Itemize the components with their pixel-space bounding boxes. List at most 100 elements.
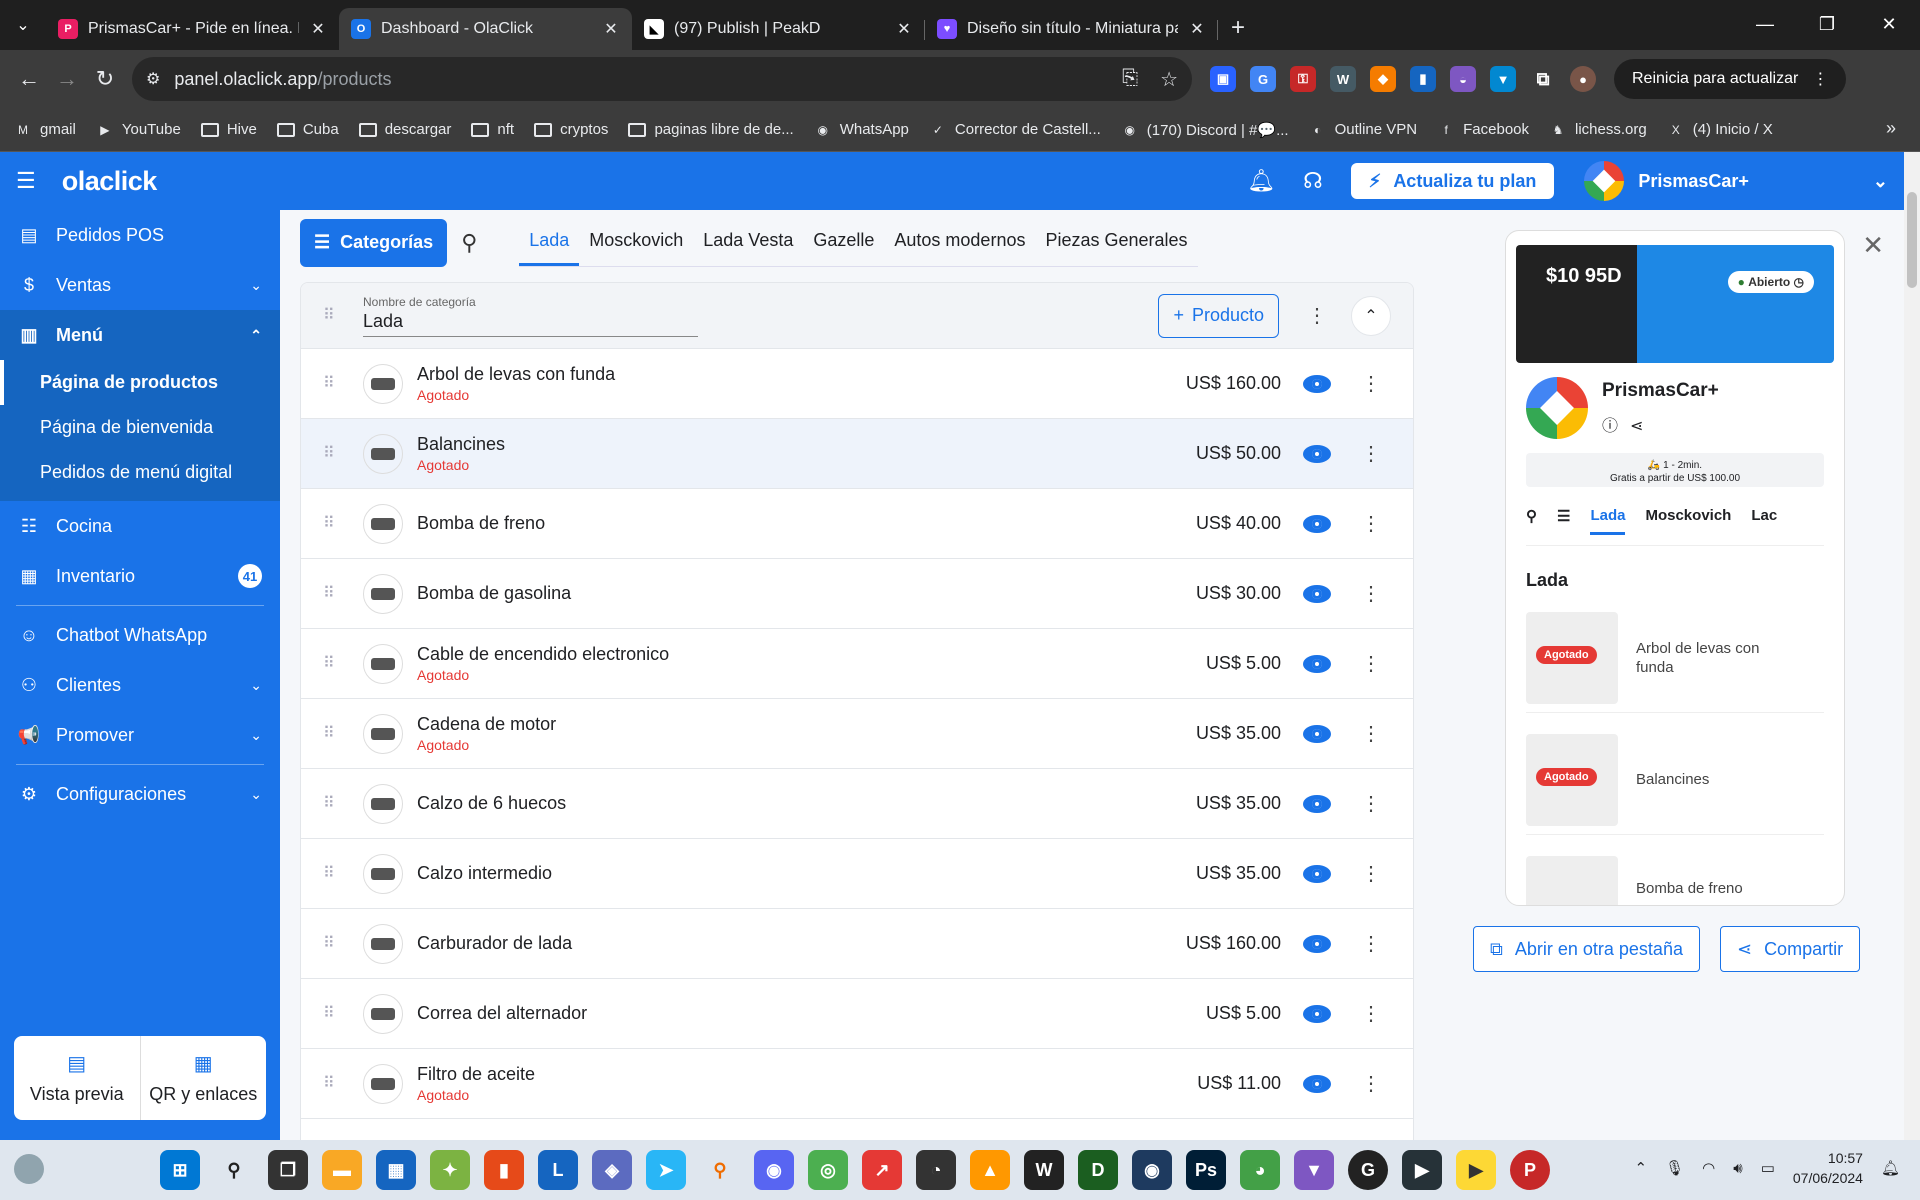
visibility-eye-icon[interactable] bbox=[1303, 794, 1331, 813]
bookmark-item[interactable]: paginas libre de de... bbox=[628, 121, 794, 138]
bookmark-item[interactable]: ✓ Corrector de Castell... bbox=[929, 121, 1101, 138]
product-row[interactable]: ⠿ Arbol de levas con funda Agotado US$ 160.… bbox=[301, 349, 1413, 419]
category-tab[interactable]: Lada Vesta bbox=[693, 218, 803, 266]
shield-extension-icon[interactable]: ▮ bbox=[1410, 66, 1436, 92]
search-icon[interactable]: ⚲ bbox=[214, 1150, 254, 1190]
bookmark-item[interactable]: ▶ YouTube bbox=[96, 121, 181, 138]
player-icon[interactable]: ▶ bbox=[1456, 1150, 1496, 1190]
visibility-eye-icon[interactable] bbox=[1303, 444, 1331, 463]
close-tab-icon[interactable]: ✕ bbox=[309, 19, 327, 39]
product-row[interactable]: ⠿ Calzo de 6 huecos US$ 35.00 ⋮ bbox=[301, 769, 1413, 839]
product-row[interactable]: ⠿ Cadena de motor Agotado US$ 35.00 ⋮ bbox=[301, 699, 1413, 769]
drag-handle-icon[interactable]: ⠿ bbox=[323, 865, 339, 881]
extension-icon[interactable]: ▼ bbox=[1490, 66, 1516, 92]
app-icon[interactable]: ◔ bbox=[916, 1150, 956, 1190]
app-icon[interactable]: ▼ bbox=[1294, 1150, 1334, 1190]
product-options-icon[interactable]: ⋮ bbox=[1351, 791, 1391, 816]
bookmark-item[interactable]: ♞ lichess.org bbox=[1549, 121, 1647, 138]
page-scrollbar[interactable] bbox=[1904, 152, 1920, 1140]
product-row[interactable]: ⠿ Balancines Agotado US$ 50.00 ⋮ bbox=[301, 419, 1413, 489]
hamburger-menu-icon[interactable]: ☰ bbox=[16, 168, 36, 194]
bookmark-item[interactable]: descargar bbox=[358, 121, 451, 138]
bookmark-star-icon[interactable]: ☆ bbox=[1160, 67, 1178, 92]
restore-button[interactable]: ❐ bbox=[1796, 0, 1858, 48]
site-info-icon[interactable]: ⚙ bbox=[146, 69, 160, 89]
puzzle-extensions-icon[interactable]: ⧉ bbox=[1530, 66, 1556, 92]
support-headset-icon[interactable]: ☊ bbox=[1303, 168, 1323, 194]
extension-icon[interactable]: ▣ bbox=[1210, 66, 1236, 92]
app-icon[interactable]: G bbox=[1348, 1150, 1388, 1190]
key-extension-icon[interactable]: ⚿ bbox=[1290, 66, 1316, 92]
preview-product-item[interactable]: Agotado Arbol de levas con funda bbox=[1526, 603, 1824, 713]
magnifier-icon[interactable]: ⚲ bbox=[700, 1150, 740, 1190]
product-row[interactable]: ⠿ Bomba de freno US$ 40.00 ⋮ bbox=[301, 489, 1413, 559]
visibility-eye-icon[interactable] bbox=[1303, 864, 1331, 883]
visibility-eye-icon[interactable] bbox=[1303, 1004, 1331, 1023]
scrollbar-thumb[interactable] bbox=[1907, 192, 1917, 288]
minimize-button[interactable]: — bbox=[1734, 0, 1796, 48]
drag-handle-icon[interactable]: ⠿ bbox=[323, 795, 339, 811]
notification-bell-icon[interactable]: 🔔︎ bbox=[1881, 1159, 1900, 1177]
visibility-eye-icon[interactable] bbox=[1303, 1074, 1331, 1093]
close-window-button[interactable]: ✕ bbox=[1858, 0, 1920, 48]
app-icon[interactable]: ✦ bbox=[430, 1150, 470, 1190]
preview-category-tab[interactable]: Mosckovich bbox=[1645, 507, 1731, 535]
product-options-icon[interactable]: ⋮ bbox=[1351, 861, 1391, 886]
open-new-tab-button[interactable]: ⧉ Abrir en otra pestaña bbox=[1473, 926, 1700, 972]
translate-extension-icon[interactable]: G bbox=[1250, 66, 1276, 92]
drag-handle-icon[interactable]: ⠿ bbox=[323, 1075, 339, 1091]
share-icon[interactable]: ⋖ bbox=[1630, 418, 1655, 435]
start-icon[interactable]: ⊞ bbox=[160, 1150, 200, 1190]
sidebar-item[interactable]: ▥ Menú ⌃ bbox=[0, 310, 280, 360]
categories-button[interactable]: ☰ Categorías bbox=[300, 218, 448, 267]
add-product-button[interactable]: + Producto bbox=[1158, 293, 1279, 338]
app-icon[interactable]: ◈ bbox=[592, 1150, 632, 1190]
preview-list-icon[interactable]: ☰ bbox=[1557, 507, 1570, 535]
bookmark-item[interactable]: cryptos bbox=[534, 121, 608, 138]
steam-icon[interactable]: ◉ bbox=[1132, 1150, 1172, 1190]
app-icon[interactable]: L bbox=[538, 1150, 578, 1190]
bookmark-item[interactable]: ◉ WhatsApp bbox=[814, 121, 908, 138]
browser-tab[interactable]: O Dashboard - OlaClick ✕ bbox=[339, 8, 632, 50]
category-tab[interactable]: Piezas Generales bbox=[1035, 218, 1197, 266]
preview-button[interactable]: ▤ Vista previa bbox=[14, 1036, 141, 1120]
product-options-icon[interactable]: ⋮ bbox=[1351, 441, 1391, 466]
submenu-item[interactable]: Página de productos bbox=[0, 360, 280, 405]
preview-search-icon[interactable]: ⚲ bbox=[1526, 507, 1537, 535]
office-icon[interactable]: ▮ bbox=[484, 1150, 524, 1190]
bookmark-item[interactable]: f Facebook bbox=[1437, 121, 1529, 138]
product-options-icon[interactable]: ⋮ bbox=[1351, 931, 1391, 956]
close-preview-icon[interactable]: ✕ bbox=[1862, 230, 1884, 261]
close-tab-icon[interactable]: ✕ bbox=[895, 19, 913, 39]
close-tab-icon[interactable]: ✕ bbox=[1188, 19, 1206, 39]
category-tab[interactable]: Mosckovich bbox=[579, 218, 693, 266]
bookmark-item[interactable]: ◐ Outline VPN bbox=[1309, 121, 1417, 138]
category-tab[interactable]: Gazelle bbox=[803, 218, 884, 266]
file-explorer-icon[interactable]: ▬ bbox=[322, 1150, 362, 1190]
tab-search-button[interactable]: ⌄ bbox=[0, 0, 46, 50]
profile-avatar[interactable]: ● bbox=[1570, 66, 1596, 92]
category-name-field[interactable]: Nombre de categoría Lada bbox=[363, 295, 698, 337]
discord-icon[interactable]: ◉ bbox=[754, 1150, 794, 1190]
metamask-extension-icon[interactable]: ◆ bbox=[1370, 66, 1396, 92]
back-button[interactable]: ← bbox=[10, 60, 48, 98]
restart-update-button[interactable]: Reinicia para actualizar ⋮ bbox=[1614, 59, 1847, 99]
sidebar-item[interactable]: ☺ Chatbot WhatsApp bbox=[0, 610, 280, 660]
upgrade-plan-button[interactable]: ⚡︎ Actualiza tu plan bbox=[1350, 163, 1555, 199]
app-icon[interactable]: D bbox=[1078, 1150, 1118, 1190]
product-options-icon[interactable]: ⋮ bbox=[1351, 1001, 1391, 1026]
extension-icon[interactable]: W bbox=[1330, 66, 1356, 92]
category-tab[interactable]: Autos modernos bbox=[884, 218, 1035, 266]
bookmark-item[interactable]: Cuba bbox=[276, 121, 339, 138]
product-row[interactable]: ⠿ Cable de encendido electronico Agotado US… bbox=[301, 629, 1413, 699]
product-row[interactable]: ⠿ Filtro de aceite Agotado US$ 11.00 ⋮ bbox=[301, 1049, 1413, 1119]
vlc-icon[interactable]: ▲ bbox=[970, 1150, 1010, 1190]
kebab-menu-icon[interactable]: ⋮ bbox=[1812, 69, 1828, 89]
drag-handle-icon[interactable]: ⠿ bbox=[323, 375, 339, 391]
submenu-item[interactable]: Página de bienvenida bbox=[0, 405, 280, 450]
app-icon[interactable]: P bbox=[1510, 1150, 1550, 1190]
preview-category-tab[interactable]: Lac bbox=[1751, 507, 1777, 535]
tray-chevron-icon[interactable]: ⌃ bbox=[1635, 1159, 1648, 1177]
sidebar-item[interactable]: ☷ Cocina bbox=[0, 501, 280, 551]
task-view-icon[interactable]: ❐ bbox=[268, 1150, 308, 1190]
